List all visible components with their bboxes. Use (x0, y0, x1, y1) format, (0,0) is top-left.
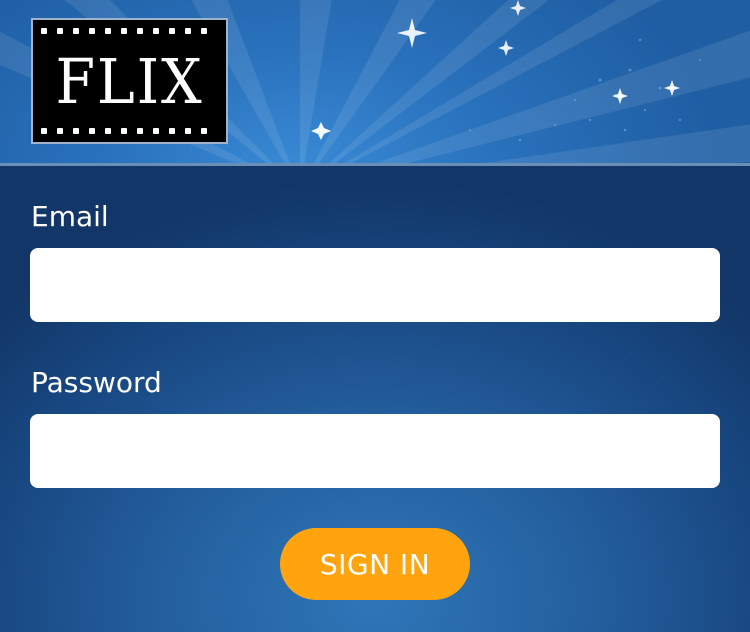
email-field[interactable] (30, 248, 720, 322)
logo-text: FLIX (55, 45, 204, 118)
password-label: Password (31, 366, 162, 399)
flix-logo: FLIX (31, 18, 228, 144)
sign-in-button[interactable]: SIGN IN (280, 528, 470, 600)
password-field[interactable] (30, 414, 720, 488)
email-label: Email (31, 200, 109, 233)
header-banner: FLIX (0, 0, 750, 163)
header-divider (0, 163, 750, 166)
login-screen: FLIX Email Password SIGN IN (0, 0, 750, 632)
